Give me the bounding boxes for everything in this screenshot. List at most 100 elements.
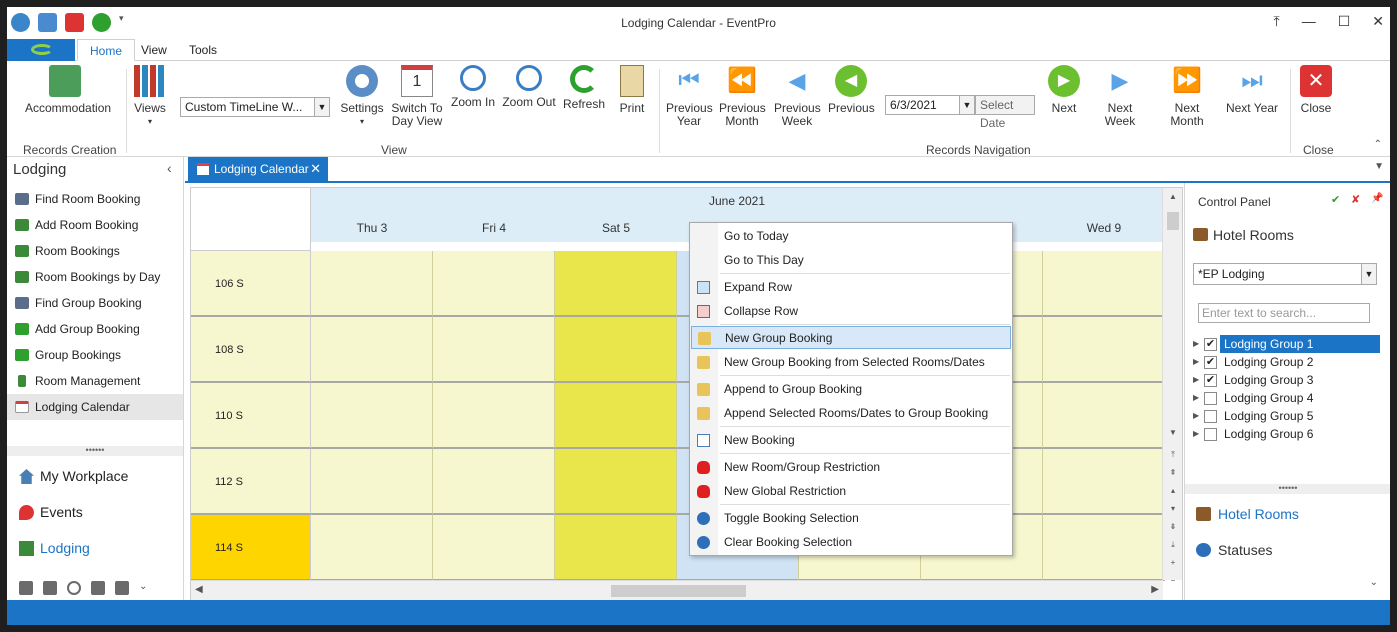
scroll-down-icon[interactable]: ▼ <box>1163 428 1182 437</box>
expand-arrow-icon[interactable]: ▶ <box>1193 425 1199 443</box>
expand-arrow-icon[interactable]: ▶ <box>1193 335 1199 353</box>
restore-ribbon-icon[interactable]: ⤒ <box>1274 13 1280 30</box>
calendar-cell[interactable] <box>1043 515 1165 581</box>
clipboard-icon[interactable] <box>91 581 105 595</box>
uncheck-all-icon[interactable]: ✘ <box>1351 193 1362 206</box>
lodging-group-item[interactable]: ▶ ✔ Lodging Group 2 <box>1185 353 1390 371</box>
chevron-down-icon[interactable]: ▼ <box>1361 264 1376 284</box>
pin-icon[interactable]: 📌 <box>1371 193 1383 204</box>
calendar-cell[interactable] <box>311 383 433 449</box>
expand-arrow-icon[interactable]: ▶ <box>1193 371 1199 389</box>
switch-to-day-view-button[interactable]: 1 Switch To Day View <box>391 65 443 128</box>
nav-room-bookings[interactable]: Room Bookings <box>7 238 183 264</box>
zoom-out-button[interactable]: Zoom Out <box>502 65 556 109</box>
calendar-cell[interactable] <box>555 251 677 317</box>
calendar-cell[interactable] <box>1043 383 1165 449</box>
calendar-cell[interactable] <box>555 449 677 515</box>
expand-arrow-icon[interactable]: ▶ <box>1193 407 1199 425</box>
nav-room-bookings-by-day[interactable]: Room Bookings by Day <box>7 264 183 290</box>
previous-week-button[interactable]: ◀ Previous Week <box>774 65 821 128</box>
app-menu-button[interactable] <box>7 39 75 61</box>
nav-statuses[interactable]: Statuses <box>1185 535 1390 565</box>
accommodation-button[interactable]: Accommodation <box>25 65 111 115</box>
nav-add-group-booking[interactable]: Add Group Booking <box>7 316 183 342</box>
expand-arrow-icon[interactable]: ▶ <box>1193 389 1199 407</box>
tab-view[interactable]: View <box>129 39 179 61</box>
scroll-right-icon[interactable]: ▶ <box>1151 584 1159 595</box>
lodging-group-item[interactable]: ▶ Lodging Group 5 <box>1185 407 1390 425</box>
down-icon[interactable]: ▾ <box>1163 504 1182 513</box>
lodging-combo[interactable]: *EP Lodging ▼ <box>1193 263 1377 285</box>
minimize-button[interactable]: — <box>1302 13 1316 30</box>
report-icon[interactable] <box>43 581 57 595</box>
chevron-down-icon[interactable]: ▼ <box>959 96 974 114</box>
panel-splitter[interactable]: •••••• <box>7 446 183 456</box>
calendar-cell[interactable] <box>1043 449 1165 515</box>
calendar-cell[interactable] <box>433 515 555 581</box>
previous-month-button[interactable]: ⏪ Previous Month <box>719 65 766 128</box>
collapse-ribbon-icon[interactable]: ⌃ <box>1374 139 1382 150</box>
settings-button[interactable]: Settings ▾ <box>339 65 385 128</box>
nav-add-room-booking[interactable]: Add Room Booking <box>7 212 183 238</box>
calendar-cell[interactable] <box>1043 251 1165 317</box>
tab-lodging-calendar[interactable]: Lodging Calendar ✕ <box>188 157 328 181</box>
menu-new-group-booking-from-selected[interactable]: New Group Booking from Selected Rooms/Da… <box>691 351 1011 374</box>
group-checkbox[interactable] <box>1204 392 1217 405</box>
room-row-label[interactable]: 106 S <box>191 251 311 317</box>
nav-hotel-rooms[interactable]: Hotel Rooms <box>1185 499 1390 529</box>
close-ribbon-button[interactable]: ✕ Close <box>1297 65 1335 115</box>
scroll-left-icon[interactable]: ◀ <box>195 584 203 595</box>
maximize-button[interactable]: ☐ <box>1338 13 1351 30</box>
scroll-top-icon[interactable]: ⤒ <box>1163 450 1182 460</box>
menu-new-group-booking[interactable]: New Group Booking <box>691 326 1011 349</box>
calendar-cell[interactable] <box>433 317 555 383</box>
close-tab-icon[interactable]: ✕ <box>310 157 321 181</box>
room-row-label[interactable]: 112 S <box>191 449 311 515</box>
check-all-icon[interactable]: ✔ <box>1331 193 1342 206</box>
tab-tools[interactable]: Tools <box>177 39 229 61</box>
calendar-cell[interactable] <box>555 515 677 581</box>
calendar-cell[interactable] <box>555 317 677 383</box>
horizontal-scrollbar[interactable]: ◀ ▶ <box>191 580 1163 600</box>
menu-new-booking[interactable]: New Booking <box>691 429 1011 452</box>
tab-list-dropdown-icon[interactable]: ▼ <box>1374 161 1384 172</box>
calendar-cell[interactable] <box>433 251 555 317</box>
lodging-group-item[interactable]: ▶ ✔ Lodging Group 1 <box>1185 335 1390 353</box>
next-button[interactable]: ▶ Next <box>1047 65 1081 115</box>
group-checkbox[interactable] <box>1204 428 1217 441</box>
previous-year-button[interactable]: ⏮ Previous Year <box>666 65 713 128</box>
menu-clear-booking-selection[interactable]: Clear Booking Selection <box>691 531 1011 554</box>
room-row-label[interactable]: 110 S <box>191 383 311 449</box>
room-row-label[interactable]: 108 S <box>191 317 311 383</box>
nav-find-group-booking[interactable]: Find Group Booking <box>7 290 183 316</box>
scroll-thumb[interactable] <box>611 585 746 597</box>
date-picker[interactable]: 6/3/2021 ▼ <box>885 95 975 115</box>
refresh-button[interactable]: Refresh <box>562 65 606 111</box>
menu-expand-row[interactable]: Expand Row <box>691 276 1011 299</box>
select-date-button[interactable]: Select Date <box>975 95 1035 130</box>
chevron-down-icon[interactable]: ⌄ <box>1370 577 1378 588</box>
group-checkbox[interactable]: ✔ <box>1204 374 1217 387</box>
menu-append-to-group-booking[interactable]: Append to Group Booking <box>691 378 1011 401</box>
next-year-button[interactable]: ⏭ Next Year <box>1225 65 1279 115</box>
menu-new-global-restriction[interactable]: New Global Restriction <box>691 480 1011 503</box>
lodging-group-item[interactable]: ▶ Lodging Group 4 <box>1185 389 1390 407</box>
calendar-cell[interactable] <box>311 449 433 515</box>
group-checkbox[interactable]: ✔ <box>1204 338 1217 351</box>
page-down-icon[interactable]: ⇟ <box>1163 522 1182 531</box>
day-header[interactable]: Sat 5 <box>555 214 677 242</box>
nav-events[interactable]: Events <box>7 495 183 529</box>
calendar-cell[interactable] <box>555 383 677 449</box>
group-checkbox[interactable] <box>1204 410 1217 423</box>
tab-home[interactable]: Home <box>77 39 136 61</box>
expand-arrow-icon[interactable]: ▶ <box>1193 353 1199 371</box>
calendar-cell[interactable] <box>433 383 555 449</box>
calendar-cell[interactable] <box>311 317 433 383</box>
group-checkbox[interactable]: ✔ <box>1204 356 1217 369</box>
room-row-label[interactable]: 114 S <box>191 515 311 581</box>
vertical-scrollbar[interactable]: ▲ ▼ ⤒ ⇞ ▴ ▾ ⇟ ⤓ + − <box>1162 188 1182 585</box>
calculator-icon[interactable] <box>115 581 129 595</box>
panel-splitter[interactable]: •••••• <box>1185 484 1390 494</box>
day-header[interactable]: Thu 3 <box>311 214 433 242</box>
calendar-cell[interactable] <box>311 515 433 581</box>
